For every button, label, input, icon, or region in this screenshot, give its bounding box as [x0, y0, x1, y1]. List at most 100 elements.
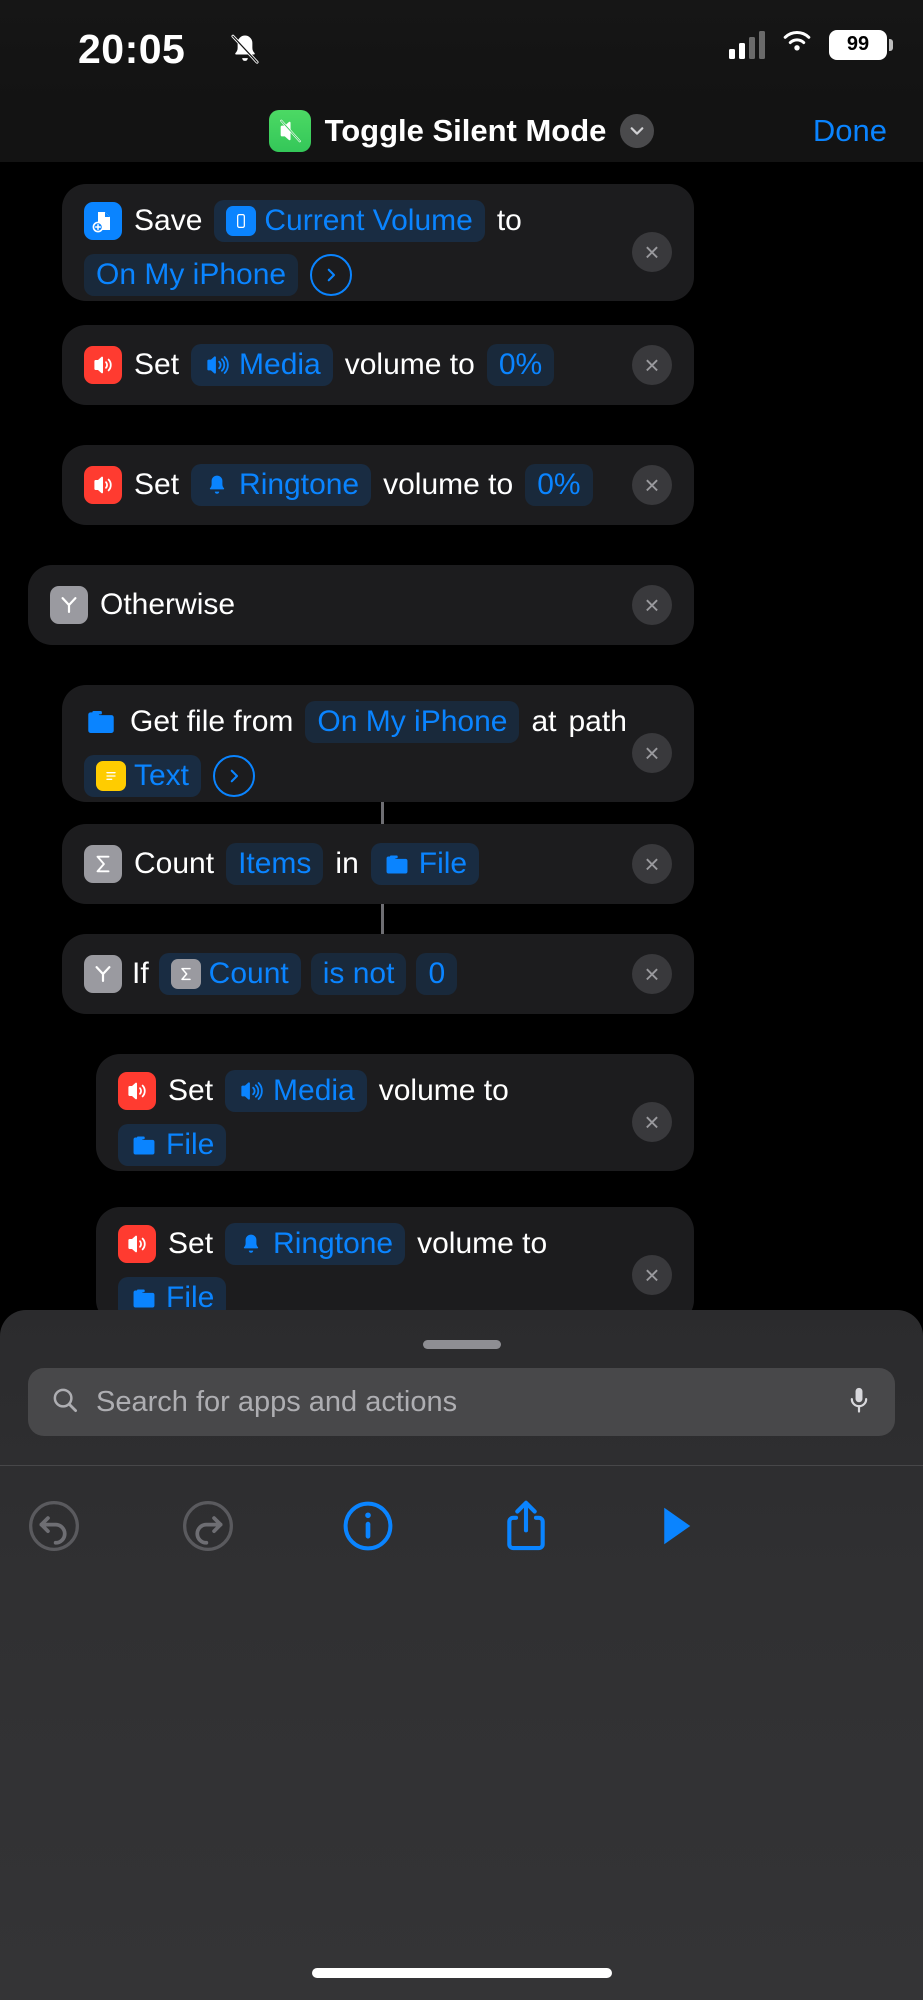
chevron-down-icon[interactable] — [620, 114, 655, 148]
action-card-count-items[interactable]: Count Items in File × — [62, 824, 694, 904]
action-content: Save Current Volume to On My iPhone — [84, 200, 672, 296]
token-text: in — [335, 847, 359, 880]
token-label: Count — [208, 957, 289, 990]
action-content: If Count is not 0 — [84, 950, 672, 998]
token-variable-count[interactable]: Count — [158, 953, 301, 995]
save-file-icon — [84, 202, 122, 240]
action-list[interactable]: Save Current Volume to On My iPhone × Se… — [0, 162, 923, 1312]
remove-action-button[interactable]: × — [632, 1255, 672, 1295]
token-label: Media — [273, 1074, 355, 1107]
token-label: File — [166, 1281, 215, 1312]
token-text: Set — [168, 1227, 214, 1260]
battery-indicator: 99 — [829, 29, 893, 60]
undo-icon[interactable] — [26, 1498, 82, 1554]
token-variable-file[interactable]: File — [370, 843, 480, 885]
token-variable-current-volume[interactable]: Current Volume — [214, 200, 485, 242]
sheet-grabber[interactable] — [422, 1340, 501, 1349]
token-label: File — [166, 1128, 215, 1161]
action-card-save-file[interactable]: Save Current Volume to On My iPhone × — [62, 184, 694, 301]
text-doc-icon — [96, 761, 126, 791]
token-text: Otherwise — [100, 588, 236, 621]
remove-action-button[interactable]: × — [632, 345, 672, 385]
shortcuts-editor-screen: 20:05 99 Toggle Silent Mode Done Save Cu… — [0, 0, 923, 2000]
token-text: If — [132, 957, 149, 990]
volume-icon — [118, 1225, 156, 1263]
token-variable-file[interactable]: File — [118, 1277, 227, 1312]
token-text: volume to — [383, 468, 514, 501]
done-button[interactable]: Done — [813, 113, 887, 149]
token-condition-operator[interactable]: is not — [310, 953, 407, 995]
action-card-set-media-volume-file[interactable]: Set Media volume to File × — [96, 1054, 694, 1171]
action-content: Get file from On My iPhone at path Text — [84, 701, 672, 797]
token-label: 0% — [498, 348, 543, 381]
token-text: to — [496, 204, 522, 237]
action-card-otherwise[interactable]: Otherwise × — [28, 565, 694, 645]
action-card-set-ringtone-volume-file[interactable]: Set Ringtone volume to File × — [96, 1207, 694, 1312]
remove-action-button[interactable]: × — [632, 465, 672, 505]
play-icon[interactable] — [648, 1498, 700, 1554]
folder-icon — [383, 850, 411, 878]
token-variable-ringtone[interactable]: Ringtone — [225, 1223, 406, 1265]
status-bar-right: 99 — [729, 28, 893, 61]
share-icon[interactable] — [500, 1497, 552, 1555]
bottom-sheet: Search for apps and actions — [0, 1310, 923, 2000]
page-title: Toggle Silent Mode — [324, 113, 607, 148]
action-content: Count Items in File — [84, 840, 672, 888]
token-label: Text — [134, 759, 190, 792]
token-variable-media[interactable]: Media — [191, 344, 333, 386]
remove-action-button[interactable]: × — [632, 954, 672, 994]
volume-icon — [84, 346, 122, 384]
token-variable-on-my-iphone[interactable]: On My iPhone — [305, 701, 520, 743]
search-placeholder: Search for apps and actions — [96, 1385, 458, 1418]
token-text: path — [568, 705, 627, 738]
token-text: Get file from — [130, 705, 294, 738]
token-label: On My iPhone — [96, 258, 287, 291]
info-circle-icon[interactable] — [340, 1498, 396, 1554]
shortcut-title-group[interactable]: Toggle Silent Mode — [268, 110, 655, 152]
token-variable-text-path[interactable]: Text — [84, 755, 202, 797]
action-card-if-count[interactable]: If Count is not 0 × — [62, 934, 694, 1014]
status-bar: 20:05 99 — [0, 0, 923, 100]
token-variable-volume-value[interactable]: 0% — [486, 344, 555, 386]
microphone-icon[interactable] — [845, 1385, 873, 1420]
remove-action-button[interactable]: × — [632, 844, 672, 884]
action-card-set-media-volume[interactable]: Set Media volume to 0% × — [62, 325, 694, 405]
token-text: Save — [134, 204, 203, 237]
sigma-icon — [170, 959, 201, 989]
remove-action-button[interactable]: × — [632, 585, 672, 625]
status-bar-time: 20:05 — [78, 26, 186, 72]
token-text: Set — [168, 1074, 214, 1107]
token-label: Ringtone — [273, 1227, 394, 1260]
token-variable-items[interactable]: Items — [226, 843, 324, 885]
action-content: Otherwise — [50, 581, 672, 629]
if-branch-icon — [50, 586, 88, 624]
volume-icon — [118, 1072, 156, 1110]
bell-slash-icon — [228, 32, 262, 71]
action-card-get-file[interactable]: Get file from On My iPhone at path Text — [62, 685, 694, 802]
token-variable-file[interactable]: File — [118, 1124, 227, 1166]
speaker-waves-icon — [203, 351, 231, 379]
token-label: Ringtone — [239, 468, 360, 501]
redo-icon[interactable] — [180, 1498, 236, 1554]
if-branch-icon — [84, 955, 122, 993]
remove-action-button[interactable]: × — [632, 733, 672, 773]
token-variable-volume-value[interactable]: 0% — [525, 464, 593, 506]
token-label: Media — [239, 348, 321, 381]
disclosure-chevron-icon[interactable] — [310, 254, 353, 296]
action-card-set-ringtone-volume[interactable]: Set Ringtone volume to 0% × — [62, 445, 694, 525]
action-content: Set Media volume to 0% — [84, 341, 672, 389]
remove-action-button[interactable]: × — [632, 1102, 672, 1142]
remove-action-button[interactable]: × — [632, 232, 672, 272]
token-variable-media[interactable]: Media — [225, 1070, 367, 1112]
token-variable-on-my-iphone[interactable]: On My iPhone — [84, 254, 299, 296]
disclosure-chevron-icon[interactable] — [213, 755, 256, 797]
search-input[interactable]: Search for apps and actions — [28, 1368, 895, 1436]
token-variable-ringtone[interactable]: Ringtone — [191, 464, 372, 506]
token-text: volume to — [344, 348, 475, 381]
folder-icon — [84, 705, 118, 739]
action-content: Set Media volume to File — [118, 1070, 672, 1166]
navigation-bar: Toggle Silent Mode Done — [0, 100, 923, 162]
cellular-bars-icon — [729, 30, 765, 59]
volume-icon — [84, 466, 122, 504]
token-condition-value[interactable]: 0 — [416, 953, 458, 995]
